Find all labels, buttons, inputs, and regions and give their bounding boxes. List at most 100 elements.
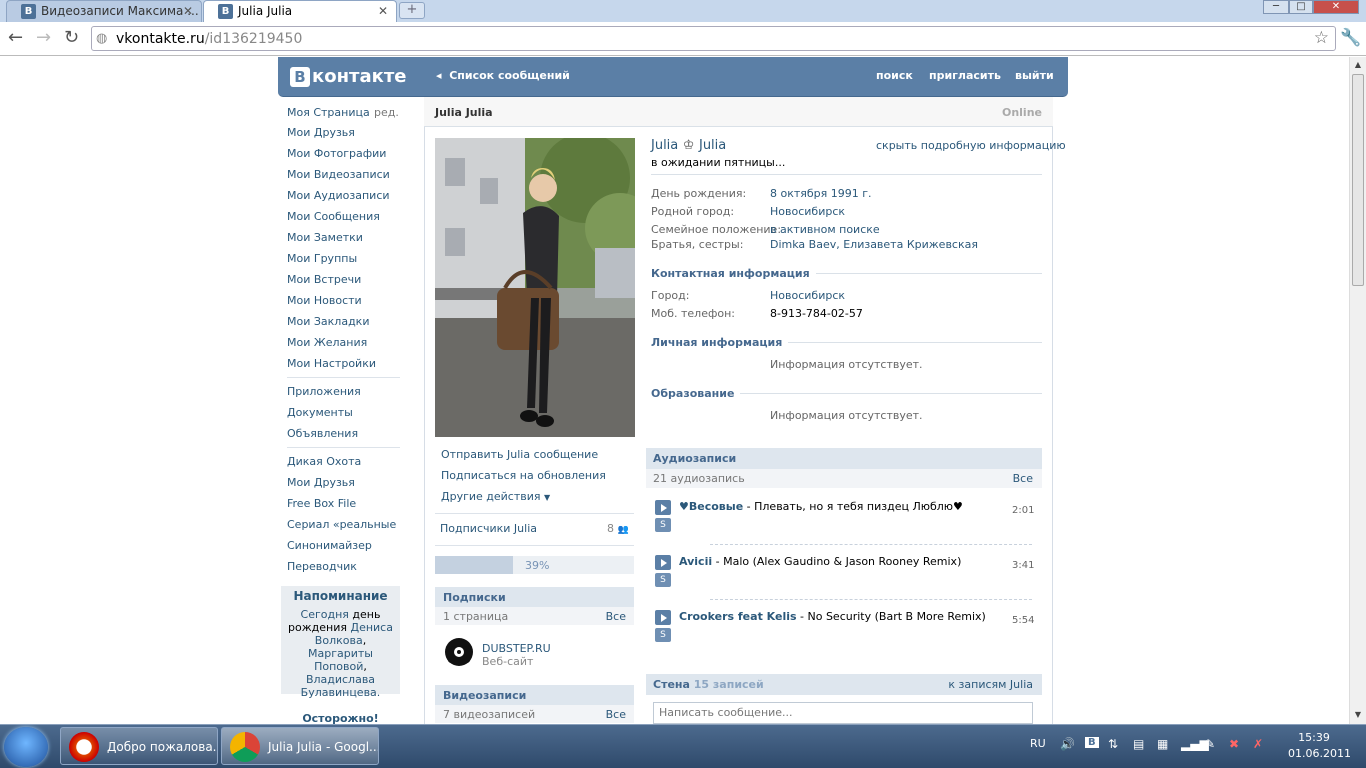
menu-app-translator[interactable]: Переводчик	[287, 560, 357, 573]
page-info-icon[interactable]: ◍	[96, 31, 107, 46]
tray-app-icon[interactable]: ▦	[1157, 737, 1168, 751]
s-badge-icon[interactable]: S	[655, 628, 671, 642]
vk-favicon-icon: B	[218, 4, 233, 19]
s-badge-icon[interactable]: S	[655, 518, 671, 532]
subscriptions-all-link[interactable]: Все	[606, 610, 626, 623]
birthday-value[interactable]: 8 октября 1991 г.	[770, 187, 872, 200]
s-badge-icon[interactable]: S	[655, 573, 671, 587]
minimize-button[interactable]: ─	[1263, 0, 1289, 14]
send-message-link[interactable]: Отправить Julia сообщение	[441, 448, 598, 461]
taskbar-chrome[interactable]: Julia Julia - Googl...	[221, 727, 379, 765]
menu-my-page[interactable]: Моя Страница	[287, 106, 370, 119]
menu-app-friends[interactable]: Мои Друзья	[287, 476, 355, 489]
subscription-name-link[interactable]: DUBSTEP.RU	[482, 642, 551, 655]
track-artist-link[interactable]: ♥Весовые	[679, 500, 743, 513]
address-bar[interactable]: ◍ vkontakte.ru/id136219450 ☆	[91, 26, 1336, 51]
menu-app-freebox[interactable]: Free Box File	[287, 497, 356, 510]
videos-all-link[interactable]: Все	[606, 708, 626, 721]
menu-app-wild-hunt[interactable]: Дикая Охота	[287, 455, 361, 468]
education-header[interactable]: Образование	[651, 387, 741, 400]
browser-tab-videos[interactable]: B Видеозаписи Максима ... ✕	[6, 0, 202, 22]
track-duration: 5:54	[1012, 615, 1035, 626]
reminder-person-link[interactable]: Владислава Булавинцева.	[301, 673, 381, 699]
menu-my-friends[interactable]: Мои Друзья	[287, 126, 355, 139]
dubstep-avatar[interactable]	[443, 636, 475, 668]
menu-my-groups[interactable]: Мои Группы	[287, 252, 357, 265]
reload-icon[interactable]: ↻	[64, 27, 79, 49]
profile-photo[interactable]	[435, 138, 635, 437]
menu-my-news[interactable]: Мои Новости	[287, 294, 362, 307]
maximize-button[interactable]: □	[1289, 0, 1313, 14]
track-artist-link[interactable]: Avicii	[679, 555, 712, 568]
menu-my-videos[interactable]: Мои Видеозаписи	[287, 168, 390, 181]
new-tab-button[interactable]: +	[399, 2, 425, 19]
menu-my-settings[interactable]: Мои Настройки	[287, 357, 376, 370]
menu-app-series[interactable]: Сериал «реальные	[287, 518, 396, 531]
city-value[interactable]: Новосибирск	[770, 289, 845, 302]
window-close-button[interactable]: ✕	[1313, 0, 1359, 14]
menu-my-wishes[interactable]: Мои Желания	[287, 336, 367, 349]
other-actions-dropdown[interactable]: Другие действия ▼	[441, 490, 550, 503]
start-button[interactable]	[4, 727, 48, 767]
page-scrollbar[interactable]: ▲ ▼	[1349, 57, 1366, 724]
followers-link[interactable]: Подписчики Julia	[440, 522, 537, 535]
wall-header[interactable]: Стена 15 записей к записям Julia	[646, 674, 1042, 695]
contact-info-header[interactable]: Контактная информация	[651, 267, 816, 280]
close-icon[interactable]: ✕	[378, 1, 388, 21]
menu-app-synonymizer[interactable]: Синонимайзер	[287, 539, 372, 552]
menu-apps[interactable]: Приложения	[287, 385, 361, 398]
videos-header[interactable]: Видеозаписи	[435, 685, 634, 705]
menu-my-events[interactable]: Мои Встречи	[287, 273, 361, 286]
menu-my-audio[interactable]: Мои Аудиозаписи	[287, 189, 390, 202]
taskbar-opera[interactable]: Добро пожалова...	[60, 727, 218, 765]
tray-alert-icon[interactable]: ✖	[1229, 737, 1239, 751]
to-wall-link[interactable]: к записям Julia	[948, 678, 1033, 691]
bookmark-star-icon[interactable]: ☆	[1314, 28, 1329, 48]
menu-my-messages[interactable]: Мои Сообщения	[287, 210, 380, 223]
browser-tab-julia[interactable]: B Julia Julia ✕	[203, 0, 397, 22]
play-icon[interactable]	[655, 555, 671, 570]
reminder-today-link[interactable]: Сегодня	[301, 608, 349, 621]
play-icon[interactable]	[655, 610, 671, 625]
network-tray-icon[interactable]: ⇅	[1108, 737, 1118, 751]
logout-link[interactable]: выйти	[1015, 69, 1054, 82]
volume-icon[interactable]: 🔊	[1060, 737, 1075, 751]
audio-all-link[interactable]: Все	[1013, 472, 1033, 485]
vk-tray-icon[interactable]: B	[1085, 737, 1099, 748]
profile-name: Julia ♔ Julia	[651, 138, 727, 153]
menu-ads[interactable]: Объявления	[287, 427, 358, 440]
language-indicator[interactable]: RU	[1030, 737, 1046, 750]
system-clock[interactable]: 15:39 01.06.2011	[1288, 730, 1351, 762]
siblings-value[interactable]: Dimka Baev, Елизавета Крижевская	[770, 238, 978, 251]
track-artist-link[interactable]: Crookers feat Kelis	[679, 610, 797, 623]
edit-link[interactable]: ред.	[374, 106, 399, 119]
menu-documents[interactable]: Документы	[287, 406, 353, 419]
scroll-thumb[interactable]	[1352, 74, 1364, 286]
wall-post-input[interactable]: Написать сообщение...	[653, 702, 1033, 724]
forward-arrow-icon[interactable]: →	[36, 27, 51, 49]
menu-my-bookmarks[interactable]: Мои Закладки	[287, 315, 369, 328]
hide-details-link[interactable]: скрыть подробную информацию	[876, 139, 1066, 152]
menu-my-photos[interactable]: Мои Фотографии	[287, 147, 386, 160]
menu-my-notes[interactable]: Мои Заметки	[287, 231, 363, 244]
wrench-icon[interactable]: 🔧	[1340, 28, 1361, 48]
play-icon[interactable]	[655, 500, 671, 515]
tray-app-icon[interactable]: ✎	[1205, 737, 1215, 751]
relationship-value[interactable]: в активном поиске	[770, 223, 880, 236]
audio-header[interactable]: Аудиозаписи	[646, 448, 1042, 469]
messages-list-link[interactable]: ◂ Список сообщений	[436, 69, 570, 82]
close-icon[interactable]: ✕	[183, 1, 193, 21]
hometown-value[interactable]: Новосибирск	[770, 205, 845, 218]
reminder-person-link[interactable]: Маргариты Поповой	[308, 647, 373, 673]
tray-app-icon[interactable]: ✗	[1253, 737, 1263, 751]
back-arrow-icon[interactable]: ←	[8, 27, 23, 49]
personal-info-header[interactable]: Личная информация	[651, 336, 789, 349]
vk-logo[interactable]: Вконтакте	[290, 66, 406, 87]
invite-link[interactable]: пригласить	[929, 69, 1001, 82]
search-link[interactable]: поиск	[876, 69, 913, 82]
scroll-up-icon[interactable]: ▲	[1350, 57, 1366, 73]
subscribe-link[interactable]: Подписаться на обновления	[441, 469, 606, 482]
subscriptions-header[interactable]: Подписки	[435, 587, 634, 607]
scroll-down-icon[interactable]: ▼	[1350, 707, 1366, 723]
tray-app-icon[interactable]: ▤	[1133, 737, 1144, 751]
